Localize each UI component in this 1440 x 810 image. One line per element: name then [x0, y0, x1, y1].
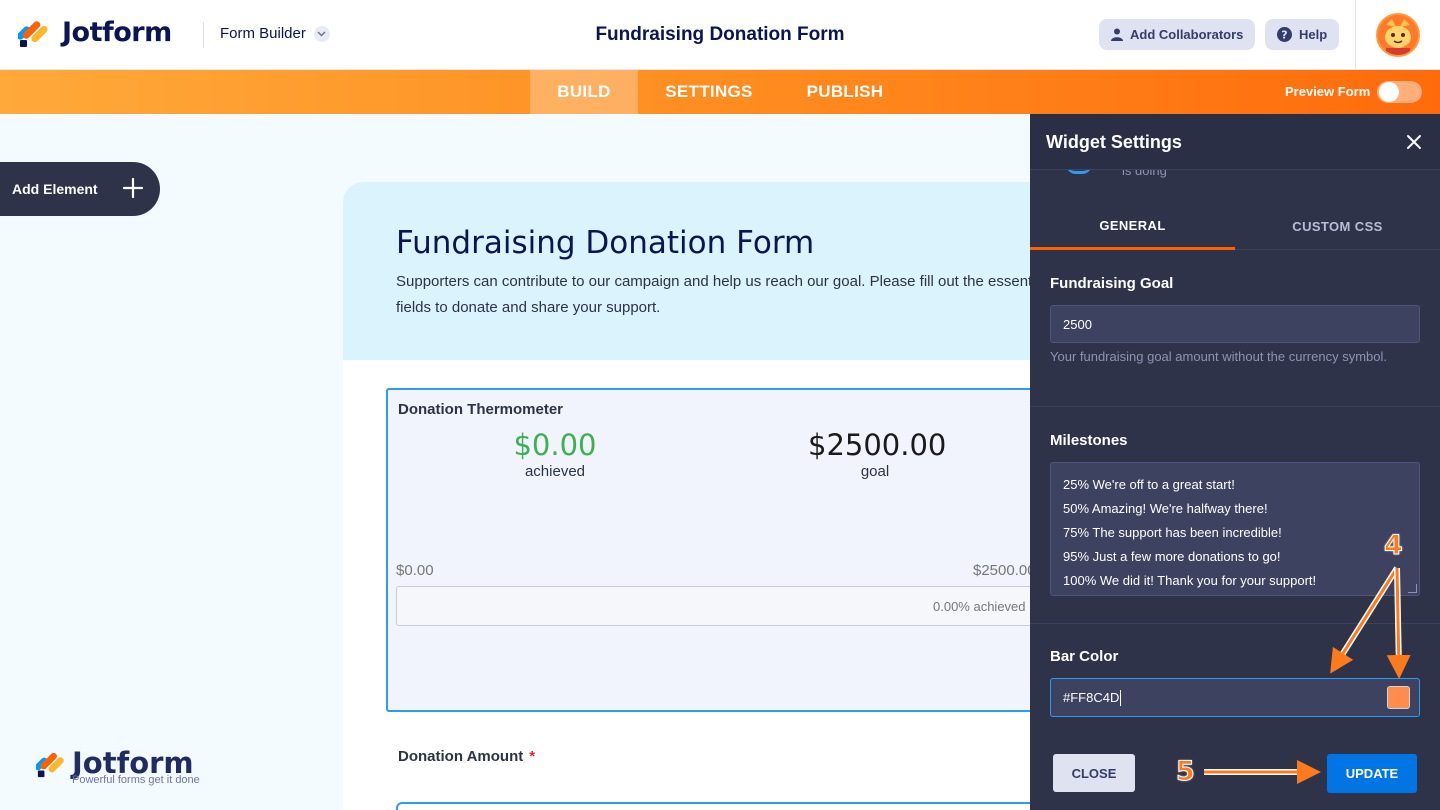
tab-general[interactable]: GENERAL: [1030, 203, 1235, 250]
donation-amount-text: Donation Amount: [398, 748, 524, 765]
achieved-stat: $0.00 achieved: [488, 428, 622, 480]
bar-color-value: #FF8C4D: [1063, 690, 1120, 705]
range-low: $0.00: [396, 562, 434, 579]
resize-grip-icon[interactable]: [1408, 584, 1417, 593]
tab-settings[interactable]: SETTINGS: [645, 70, 773, 114]
add-element-button[interactable]: Add Element: [0, 162, 160, 216]
help-label: Help: [1299, 27, 1328, 42]
add-collaborators-label: Add Collaborators: [1130, 27, 1244, 42]
panel-header: Widget Settings: [1030, 114, 1440, 170]
panel-title: Widget Settings: [1046, 132, 1182, 152]
progress-text: 0.00% achieved: [933, 599, 1026, 614]
watermark-tagline: Powerful forms get it done: [72, 774, 200, 786]
range-high: $2500.00: [973, 562, 1036, 579]
milestone-line: 25% We're off to a great start!: [1063, 477, 1235, 492]
milestone-line: 100% We did it! Thank you for your suppo…: [1063, 573, 1317, 588]
logo-text: Jotform: [62, 16, 172, 48]
question-icon: ?: [1277, 27, 1292, 42]
add-collaborators-button[interactable]: Add Collaborators: [1099, 19, 1256, 50]
form-header[interactable]: Fundraising Donation Form Supporters can…: [343, 182, 1063, 360]
fundraising-goal-input[interactable]: 2500: [1050, 305, 1420, 343]
top-bar: Jotform Form Builder Fundraising Donatio…: [0, 0, 1440, 70]
header-form-title[interactable]: Fundraising Donation Form: [595, 24, 844, 45]
milestone-line: 50% Amazing! We're halfway there!: [1063, 501, 1268, 516]
tab-publish[interactable]: PUBLISH: [788, 70, 902, 114]
preview-form-label: Preview Form: [1285, 84, 1371, 99]
user-avatar[interactable]: [1376, 13, 1420, 57]
form-canvas: Fundraising Donation Form Supporters can…: [343, 182, 1063, 810]
header-divider: [203, 22, 204, 48]
bar-color-label: Bar Color: [1050, 648, 1119, 665]
settings-tabs: GENERAL CUSTOM CSS: [1030, 203, 1440, 250]
fundraising-goal-label: Fundraising Goal: [1050, 275, 1174, 292]
section-divider: [1030, 406, 1440, 407]
fundraising-goal-help: Your fundraising goal amount without the…: [1050, 349, 1387, 364]
fundraising-goal-value: 2500: [1063, 316, 1092, 332]
avatar-face-icon: [1378, 15, 1418, 55]
achieved-caption: achieved: [524, 463, 586, 480]
milestone-line: 95% Just a few more donations to go!: [1063, 549, 1281, 564]
progress-bar: 0.00% achieved: [396, 586, 1056, 626]
add-element-label: Add Element: [12, 181, 98, 197]
header-separator: [1355, 0, 1356, 70]
section-divider: [1030, 623, 1440, 624]
milestones-label: Milestones: [1050, 432, 1128, 449]
tab-build[interactable]: BUILD: [530, 70, 638, 114]
goal-caption: goal: [860, 463, 890, 480]
toggle-knob: [1379, 82, 1399, 102]
achieved-value: $0.00: [513, 428, 597, 462]
form-heading[interactable]: Fundraising Donation Form: [396, 225, 814, 261]
update-button[interactable]: UPDATE: [1327, 754, 1417, 793]
help-button[interactable]: ? Help: [1265, 19, 1340, 50]
chevron-down-icon: [313, 25, 330, 42]
close-icon[interactable]: [1404, 132, 1424, 152]
form-builder-label: Form Builder: [220, 25, 306, 42]
milestones-textarea[interactable]: 25% We're off to a great start! 50% Amaz…: [1050, 462, 1420, 596]
donation-amount-field[interactable]: [396, 802, 1063, 810]
jotform-logo[interactable]: Jotform: [16, 16, 172, 48]
donation-thermometer-widget[interactable]: Donation Thermometer $0.00 achieved $250…: [386, 388, 1056, 712]
svg-text:?: ?: [1281, 29, 1287, 42]
text-caret: [1120, 689, 1122, 706]
jotform-logo-icon: [16, 16, 50, 48]
color-swatch[interactable]: [1387, 686, 1410, 709]
tab-custom-css[interactable]: CUSTOM CSS: [1235, 203, 1440, 250]
widget-settings-panel: is doing Widget Settings GENERAL CUSTOM …: [1030, 114, 1440, 810]
form-builder-dropdown[interactable]: Form Builder: [220, 25, 330, 42]
donation-amount-label[interactable]: Donation Amount *: [398, 748, 535, 765]
builder-nav: BUILD SETTINGS PUBLISH Preview Form: [0, 70, 1440, 114]
close-button[interactable]: CLOSE: [1053, 754, 1135, 792]
annotation-step-5: 5: [1176, 756, 1196, 788]
preview-form-toggle[interactable]: [1377, 81, 1422, 103]
goal-stat: $2500.00 goal: [808, 428, 947, 480]
thermometer-label: Donation Thermometer: [398, 401, 564, 418]
goal-value: $2500.00: [808, 428, 947, 462]
form-description[interactable]: Supporters can contribute to our campaig…: [396, 269, 1056, 321]
plus-icon: [122, 177, 144, 199]
jotform-watermark-icon: [36, 752, 64, 778]
user-icon: [1111, 28, 1123, 41]
milestone-line: 75% The support has been incredible!: [1063, 525, 1282, 540]
bar-color-input[interactable]: #FF8C4D: [1050, 678, 1420, 717]
annotation-step-4: 4: [1384, 530, 1404, 562]
required-mark: *: [529, 748, 536, 765]
